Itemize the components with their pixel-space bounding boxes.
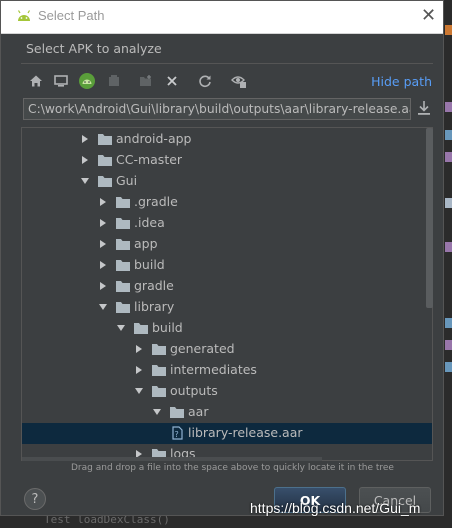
tree-row[interactable]: library: [22, 297, 432, 318]
tree-row-label: generated: [170, 341, 235, 356]
select-path-dialog: Select Path ✕ Select APK to analyze Hide…: [0, 0, 444, 516]
tree-horizontal-scrollbar[interactable]: [22, 457, 322, 461]
tree-row-label: CC-master: [116, 152, 183, 167]
tree-row-label: build: [152, 320, 183, 335]
tree-row[interactable]: .gradle: [22, 192, 432, 213]
tree-row[interactable]: generated: [22, 339, 432, 360]
chevron-right-icon[interactable]: [134, 344, 144, 354]
tree-row[interactable]: .idea: [22, 213, 432, 234]
chevron-down-icon[interactable]: [116, 323, 126, 333]
tree-row-label: Gui: [116, 173, 138, 188]
watermark: https://blog.csdn.net/Gui_m: [250, 500, 421, 516]
tree-vertical-scrollbar[interactable]: [426, 128, 433, 308]
tree-row-label: .idea: [134, 215, 165, 230]
chevron-down-icon[interactable]: [152, 407, 162, 417]
drag-drop-hint: Drag and drop a file into the space abov…: [71, 463, 394, 473]
path-row: C:\work\Android\Gui\library\build\output…: [21, 98, 436, 122]
folder-icon: [98, 176, 112, 187]
chevron-right-icon[interactable]: [98, 197, 108, 207]
hide-path-link[interactable]: Hide path: [371, 74, 432, 89]
chevron-right-icon[interactable]: [98, 281, 108, 291]
tree-row-label: gradle: [134, 278, 174, 293]
show-hidden-icon[interactable]: [230, 72, 248, 90]
tree-row[interactable]: build: [22, 318, 432, 339]
tree-row-label: app: [134, 236, 158, 251]
tree-row-label: outputs: [170, 383, 218, 398]
chevron-right-icon[interactable]: [134, 365, 144, 375]
tree-row[interactable]: build: [22, 255, 432, 276]
home-icon[interactable]: [27, 72, 45, 90]
new-folder-icon[interactable]: [137, 72, 155, 90]
folder-icon: [116, 302, 130, 313]
tree-row-label: build: [134, 257, 165, 272]
folder-icon: [98, 134, 112, 145]
background-editor: [444, 0, 452, 528]
folder-icon: [116, 218, 130, 229]
dialog-subtitle: Select APK to analyze: [26, 41, 162, 56]
android-icon[interactable]: [78, 72, 96, 90]
tree-row-label: library-release.aar: [188, 425, 303, 440]
folder-icon: [116, 197, 130, 208]
path-input[interactable]: C:\work\Android\Gui\library\build\output…: [23, 98, 411, 120]
tree-row[interactable]: Gui: [22, 171, 432, 192]
tree-row[interactable]: android-app: [22, 129, 432, 150]
chevron-right-icon[interactable]: [98, 239, 108, 249]
folder-icon: [116, 260, 130, 271]
download-icon[interactable]: [417, 100, 431, 116]
android-studio-icon: [17, 10, 31, 21]
tree-row[interactable]: outputs: [22, 381, 432, 402]
folder-icon: [152, 365, 166, 376]
folder-icon: [98, 155, 112, 166]
file-tree[interactable]: android-app CC-master Gui .gradle .idea app bu…: [21, 127, 433, 461]
chevron-down-icon[interactable]: [134, 386, 144, 396]
delete-icon[interactable]: [163, 72, 181, 90]
divider: [21, 63, 433, 64]
desktop-icon[interactable]: [52, 72, 70, 90]
dialog-title: Select Path: [38, 8, 105, 23]
folder-icon: [152, 386, 166, 397]
tree-row[interactable]: intermediates: [22, 360, 432, 381]
tree-row-label: library: [134, 299, 175, 314]
folder-icon: [152, 344, 166, 355]
chevron-right-icon[interactable]: [80, 134, 90, 144]
help-button[interactable]: ?: [24, 488, 46, 510]
tree-row-selected[interactable]: ? library-release.aar: [22, 423, 432, 444]
tree-row-label: android-app: [116, 131, 192, 146]
refresh-icon[interactable]: [196, 72, 214, 90]
chevron-down-icon[interactable]: [98, 302, 108, 312]
tree-row[interactable]: aar: [22, 402, 432, 423]
chevron-right-icon[interactable]: [98, 260, 108, 270]
tree-row-label: aar: [188, 404, 209, 419]
folder-icon: [170, 407, 184, 418]
tree-row-label: .gradle: [134, 194, 178, 209]
tree-row[interactable]: gradle: [22, 276, 432, 297]
folder-icon: [116, 239, 130, 250]
tree-row[interactable]: app: [22, 234, 432, 255]
svg-text:?: ?: [175, 430, 179, 439]
title-bar: Select Path ✕: [1, 1, 443, 34]
folder-icon: [134, 323, 148, 334]
chevron-down-icon[interactable]: [80, 176, 90, 186]
chevron-right-icon[interactable]: [98, 218, 108, 228]
folder-icon: [116, 281, 130, 292]
toolbar: Hide path: [21, 69, 436, 95]
close-icon[interactable]: ✕: [421, 5, 436, 26]
module-icon[interactable]: [105, 72, 123, 90]
archive-file-icon: ?: [172, 426, 183, 440]
tree-row[interactable]: CC-master: [22, 150, 432, 171]
tree-row-label: intermediates: [170, 362, 257, 377]
chevron-right-icon[interactable]: [80, 155, 90, 165]
